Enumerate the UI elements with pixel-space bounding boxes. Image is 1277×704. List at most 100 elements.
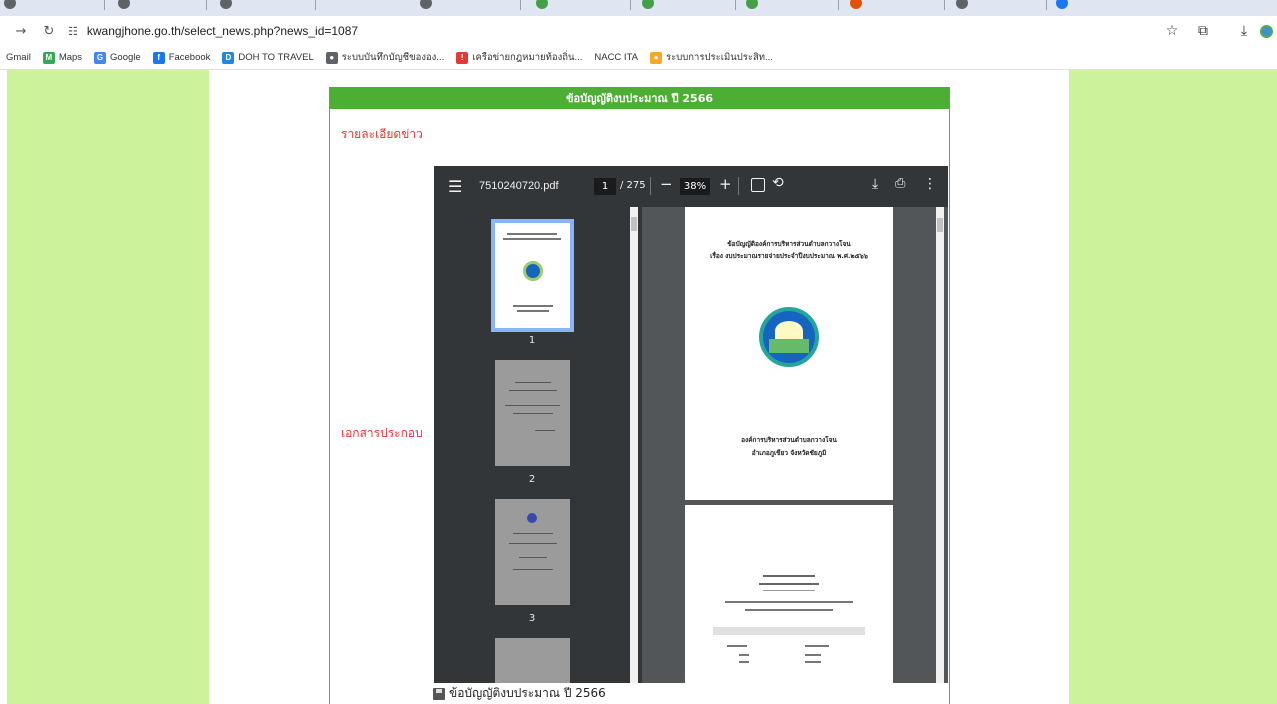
left-margin	[7, 70, 209, 704]
attachment-label: เอกสารประกอบ	[341, 426, 423, 440]
bookmark-label: DOH TO TRAVEL	[238, 52, 314, 63]
bookmark-label: Facebook	[168, 52, 211, 63]
bookmark-icon: !	[456, 51, 469, 64]
thumbnail-page-2[interactable]	[495, 360, 570, 466]
tab[interactable]	[420, 0, 432, 12]
bookmark-icon: D	[222, 51, 235, 64]
page-footer-line2: อำเภอภูเขียว จังหวัดชัยภูมิ	[751, 449, 827, 457]
globe-icon	[220, 0, 232, 9]
detail-label: รายละเอียดข่าว	[341, 127, 423, 141]
profile-icon[interactable]	[1255, 20, 1277, 42]
rotate-icon[interactable]: ⟲	[772, 175, 784, 191]
globe-icon	[118, 0, 130, 9]
pdf-filename: 7510240720.pdf	[479, 180, 559, 192]
tab[interactable]	[642, 0, 654, 12]
bookmark-label: เครือข่ายกฎหมายท้องถิ่น...	[472, 52, 583, 63]
address-text: kwangjhone.go.th/select_news.php?news_id…	[86, 24, 359, 38]
download-icon[interactable]: ⤓	[1233, 20, 1255, 42]
tab-strip	[0, 0, 1277, 16]
seal-emblem	[759, 307, 819, 367]
facebook-icon	[1056, 0, 1068, 9]
news-panel: ข้อบัญญัติงบประมาณ ปี 2566 รายละเอียดข่า…	[329, 87, 950, 704]
thumbnail-page-3[interactable]	[495, 499, 570, 605]
zoom-in-button[interactable]: +	[719, 175, 732, 193]
pdf-page-2	[685, 505, 893, 683]
fit-page-icon[interactable]	[751, 178, 765, 192]
zoom-out-button[interactable]: −	[660, 175, 673, 193]
bookmark-item[interactable]: Gmail	[6, 52, 31, 63]
attachment-caption: ข้อบัญญัติงบประมาณ ปี 2566	[449, 686, 606, 700]
bookmark-item[interactable]: D DOH TO TRAVEL	[222, 51, 314, 64]
thumbnail-scrollbar[interactable]	[630, 207, 638, 683]
thumbnail-number: 2	[528, 474, 536, 485]
thumbnail-page-1[interactable]	[491, 219, 574, 332]
bookmark-item[interactable]: ● ระบบบันทึกบัญชีขององ...	[325, 50, 445, 65]
bookmark-item[interactable]: M Maps	[42, 51, 83, 64]
bookmark-label: Maps	[58, 52, 83, 63]
site-icon	[850, 0, 862, 9]
thumbnail-sidebar: 1 2 3	[434, 207, 642, 683]
bookmark-label: Google	[110, 52, 141, 63]
bookmark-item[interactable]: ! เครือข่ายกฎหมายท้องถิ่น...	[456, 50, 582, 65]
zoom-input[interactable]: 38%	[680, 178, 710, 195]
main-scrollbar[interactable]	[936, 207, 944, 683]
forward-button[interactable]: →	[10, 20, 32, 42]
page-number-input[interactable]: 1	[594, 178, 616, 195]
pdf-toolbar: ☰ 7510240720.pdf 1 / 275 − 38% + ⟲ ⤓ ⎙ ⋮	[434, 166, 948, 207]
thumbnail-number: 3	[528, 613, 536, 624]
globe-icon	[956, 0, 968, 9]
print-icon[interactable]: ⎙	[895, 176, 905, 191]
site-icon	[536, 0, 548, 9]
tab[interactable]	[220, 0, 232, 12]
pdf-page-1: ข้อบัญญัติองค์การบริหารส่วนตำบลกวางโจน เ…	[685, 207, 893, 500]
bookmark-label: Gmail	[6, 52, 31, 63]
reload-button[interactable]: ↻	[38, 20, 60, 42]
bookmark-icon: M	[42, 51, 55, 64]
tab[interactable]	[118, 0, 130, 12]
panel-header: ข้อบัญญัติงบประมาณ ปี 2566	[330, 87, 949, 109]
site-settings-icon[interactable]: ☷	[68, 25, 78, 38]
tab[interactable]	[4, 0, 16, 12]
page-footer-line1: องค์การบริหารส่วนตำบลกวางโจน	[741, 436, 837, 444]
tab[interactable]	[1056, 0, 1068, 12]
right-margin	[1069, 70, 1277, 704]
tab[interactable]	[746, 0, 758, 12]
tab[interactable]	[850, 0, 862, 12]
download-icon[interactable]: ⤓	[872, 176, 878, 192]
bookmark-item[interactable]: f Facebook	[152, 51, 211, 64]
bookmark-star-icon[interactable]: ☆	[1161, 20, 1183, 42]
tab[interactable]	[536, 0, 548, 12]
extensions-icon[interactable]: ⧉	[1192, 20, 1214, 42]
bookmark-icon: ●	[325, 51, 338, 64]
menu-icon[interactable]: ☰	[448, 177, 462, 196]
page-total: / 275	[620, 180, 646, 191]
browser-toolbar: → ↻ ☷ kwangjhone.go.th/select_news.php?n…	[0, 16, 1277, 46]
bookmark-item[interactable]: G Google	[94, 51, 141, 64]
globe-icon	[4, 0, 16, 9]
bookmark-item[interactable]: NACC ITA	[594, 52, 638, 63]
address-bar[interactable]: ☷ kwangjhone.go.th/select_news.php?news_…	[68, 19, 1148, 43]
save-disk-icon	[433, 687, 445, 700]
attachment-link[interactable]: ข้อบัญญัติงบประมาณ ปี 2566	[433, 684, 606, 703]
pdf-viewer: ☰ 7510240720.pdf 1 / 275 − 38% + ⟲ ⤓ ⎙ ⋮	[434, 166, 948, 683]
bookmark-icon: ●	[650, 51, 663, 64]
site-icon	[642, 0, 654, 9]
tab[interactable]	[956, 0, 968, 12]
page-title-line2: เรื่อง งบประมาณรายจ่ายประจำปีงบประมาณ พ.…	[710, 252, 868, 260]
bookmark-item[interactable]: ● ระบบการประเมินประสิท...	[650, 50, 773, 65]
more-options-icon[interactable]: ⋮	[923, 176, 937, 192]
bookmark-label: ระบบการประเมินประสิท...	[666, 52, 773, 63]
bookmarks-bar: Gmail M Maps G Google f Facebook D DOH TO TRAVEL…	[0, 46, 1277, 70]
thumbnail-page-4[interactable]	[495, 638, 570, 683]
bookmark-icon: f	[152, 51, 165, 64]
web-page: ข้อบัญญัติงบประมาณ ปี 2566 รายละเอียดข่า…	[0, 70, 1277, 704]
globe-icon	[420, 0, 432, 9]
page-title-line1: ข้อบัญญัติองค์การบริหารส่วนตำบลกวางโจน	[727, 240, 851, 248]
site-icon	[746, 0, 758, 9]
scrollbar-handle[interactable]	[631, 217, 637, 231]
bookmark-icon: G	[94, 51, 107, 64]
scrollbar-handle[interactable]	[937, 218, 943, 232]
thumbnail-number: 1	[528, 335, 536, 346]
bookmark-label: ระบบบันทึกบัญชีขององ...	[341, 52, 445, 63]
bookmark-label: NACC ITA	[594, 52, 639, 63]
